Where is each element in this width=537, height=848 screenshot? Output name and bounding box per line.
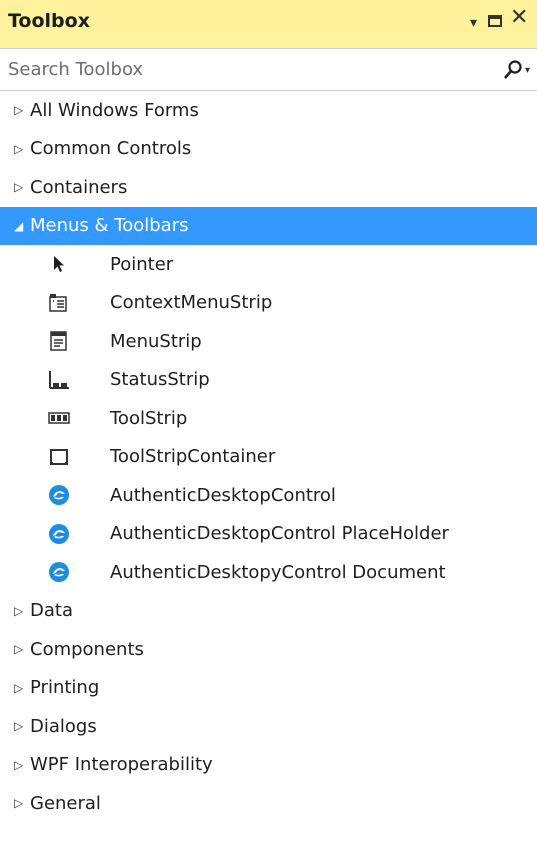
collapsed-arrow-icon[interactable]: ▷ <box>14 604 26 618</box>
toolbox-item-label: ToolStrip <box>110 407 188 429</box>
category-menus-and-toolbars[interactable]: ◢ Menus & Toolbars <box>0 206 537 245</box>
status-strip-icon <box>48 369 70 391</box>
toolbox-item-contextmenustrip[interactable]: ContextMenuStrip <box>0 284 537 323</box>
toolbox-item-label: StatusStrip <box>110 369 210 391</box>
toolbox-item-pointer[interactable]: Pointer <box>0 245 537 284</box>
toolbox-item-label: Pointer <box>110 253 174 275</box>
category-dialogs[interactable]: ▷ Dialogs <box>0 707 537 746</box>
toolbox-item-toolstrip[interactable]: ToolStrip <box>0 399 537 438</box>
category-label: Components <box>30 638 144 660</box>
collapsed-arrow-icon[interactable]: ▷ <box>14 681 26 695</box>
toolbox-item-label: ContextMenuStrip <box>110 292 273 314</box>
toolbox-tree: ▷ All Windows Forms ▷ Common Controls ▷ Conta… <box>0 91 537 823</box>
collapsed-arrow-icon[interactable]: ▷ <box>14 719 26 733</box>
collapsed-arrow-icon[interactable]: ▷ <box>14 142 26 156</box>
category-label: Menus & Toolbars <box>30 215 189 237</box>
category-common-controls[interactable]: ▷ Common Controls <box>0 130 537 169</box>
category-all-windows-forms[interactable]: ▷ All Windows Forms <box>0 91 537 130</box>
search-input[interactable] <box>8 56 478 82</box>
toolbox-item-statusstrip[interactable]: StatusStrip <box>0 361 537 400</box>
category-general[interactable]: ▷ General <box>0 784 537 823</box>
toolbox-titlebar: Toolbox ▾ ✕ <box>0 0 537 48</box>
authentic-icon <box>48 561 70 583</box>
category-containers[interactable]: ▷ Containers <box>0 168 537 207</box>
category-label: General <box>30 792 101 814</box>
close-icon[interactable]: ✕ <box>510 7 528 29</box>
category-label: Data <box>30 600 73 622</box>
context-menu-strip-icon <box>48 292 70 314</box>
toolbox-item-label: AuthenticDesktopControl PlaceHolder <box>110 523 449 545</box>
menu-strip-icon <box>48 330 70 352</box>
window-position-dropdown-icon[interactable]: ▾ <box>470 12 477 34</box>
pointer-icon <box>48 253 70 275</box>
collapsed-arrow-icon[interactable]: ▷ <box>14 103 26 117</box>
maximize-icon[interactable] <box>488 15 502 27</box>
search-icon[interactable] <box>503 59 523 81</box>
collapsed-arrow-icon[interactable]: ▷ <box>14 180 26 194</box>
toolbox-item-label: AuthenticDesktopControl <box>110 484 336 506</box>
authentic-icon <box>48 484 70 506</box>
toolbox-item-label: ToolStripContainer <box>110 446 276 468</box>
toolbox-item-authenticdesktopcontrol[interactable]: AuthenticDesktopControl <box>0 476 537 515</box>
collapsed-arrow-icon[interactable]: ▷ <box>14 758 26 772</box>
toolbox-item-label: MenuStrip <box>110 330 202 352</box>
collapsed-arrow-icon[interactable]: ▷ <box>14 642 26 656</box>
category-label: Printing <box>30 677 100 699</box>
expanded-arrow-icon[interactable]: ◢ <box>14 219 26 233</box>
category-label: WPF Interoperability <box>30 754 213 776</box>
search-bar: ▾ <box>0 48 537 91</box>
authentic-icon <box>48 523 70 545</box>
toolbox-item-label: AuthenticDesktopyControl Document <box>110 561 446 583</box>
category-printing[interactable]: ▷ Printing <box>0 669 537 708</box>
category-label: Dialogs <box>30 715 97 737</box>
toolbox-item-toolstripcontainer[interactable]: ToolStripContainer <box>0 438 537 477</box>
category-label: Containers <box>30 176 128 198</box>
window-title: Toolbox <box>8 10 90 32</box>
toolbox-item-authenticdesktopcontrol-placeholder[interactable]: AuthenticDesktopControl PlaceHolder <box>0 515 537 554</box>
search-options-dropdown-icon[interactable]: ▾ <box>525 65 530 76</box>
collapsed-arrow-icon[interactable]: ▷ <box>14 796 26 810</box>
category-components[interactable]: ▷ Components <box>0 630 537 669</box>
toolbox-item-menustrip[interactable]: MenuStrip <box>0 322 537 361</box>
tool-strip-container-icon <box>48 446 70 468</box>
tool-strip-icon <box>48 407 70 429</box>
toolbox-item-authenticdesktopycontrol-document[interactable]: AuthenticDesktopyControl Document <box>0 553 537 592</box>
category-label: Common Controls <box>30 138 192 160</box>
category-wpf-interoperability[interactable]: ▷ WPF Interoperability <box>0 746 537 785</box>
category-data[interactable]: ▷ Data <box>0 592 537 631</box>
category-label: All Windows Forms <box>30 99 199 121</box>
